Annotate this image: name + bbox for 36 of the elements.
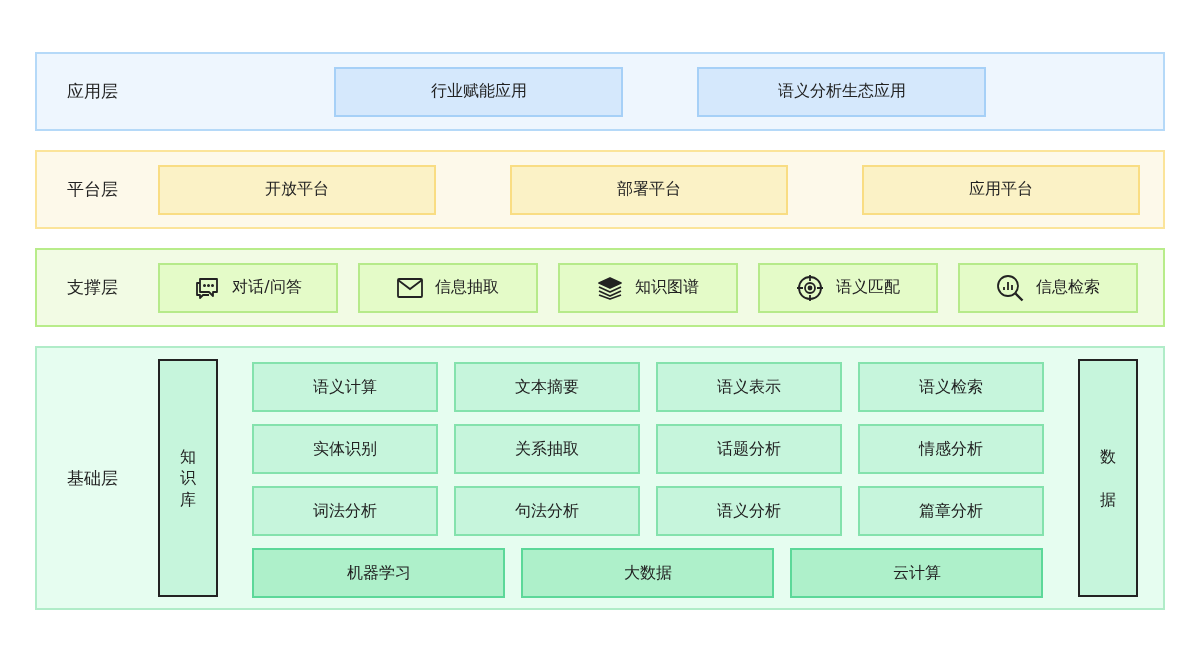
module-box: 话题分析 xyxy=(656,424,842,474)
module-box: 句法分析 xyxy=(454,486,640,536)
module-box: 应用平台 xyxy=(862,164,1140,215)
layer-label: 应用层 xyxy=(66,80,119,103)
module-box: 语义分析生态应用 xyxy=(697,66,986,117)
stacked-layers-icon xyxy=(597,275,623,300)
module-box: 开放平台 xyxy=(158,164,436,215)
module-box: 语义表示 xyxy=(656,362,842,412)
layer-label: 基础层 xyxy=(66,466,119,490)
module-box: 机器学习 xyxy=(252,548,505,598)
module-label: 数据 xyxy=(1100,445,1116,511)
module-label: 对话/问答 xyxy=(232,277,302,298)
module-box: 语义计算 xyxy=(252,362,438,412)
envelope-icon xyxy=(397,277,423,298)
module-label: 信息检索 xyxy=(1036,277,1100,298)
target-icon xyxy=(796,273,824,302)
layer-label: 平台层 xyxy=(66,178,119,201)
module-label: 语义匹配 xyxy=(836,277,900,298)
module-box: 词法分析 xyxy=(252,486,438,536)
module-box: 云计算 xyxy=(790,548,1043,598)
search-icon xyxy=(996,273,1024,302)
module-label: 知识库 xyxy=(180,445,196,511)
module-box: 实体识别 xyxy=(252,424,438,474)
module-box: 语义检索 xyxy=(858,362,1044,412)
module-box: 部署平台 xyxy=(510,164,788,215)
module-label: 知识图谱 xyxy=(635,277,699,298)
module-box: 行业赋能应用 xyxy=(334,66,623,117)
module-box: 语义分析 xyxy=(656,486,842,536)
layer-label: 支撑层 xyxy=(66,276,119,299)
module-box: 大数据 xyxy=(521,548,774,598)
module-box: 篇章分析 xyxy=(858,486,1044,536)
module-box: 关系抽取 xyxy=(454,424,640,474)
module-box: 情感分析 xyxy=(858,424,1044,474)
chat-bubbles-icon xyxy=(194,275,221,300)
module-label: 信息抽取 xyxy=(435,277,499,298)
module-box: 文本摘要 xyxy=(454,362,640,412)
